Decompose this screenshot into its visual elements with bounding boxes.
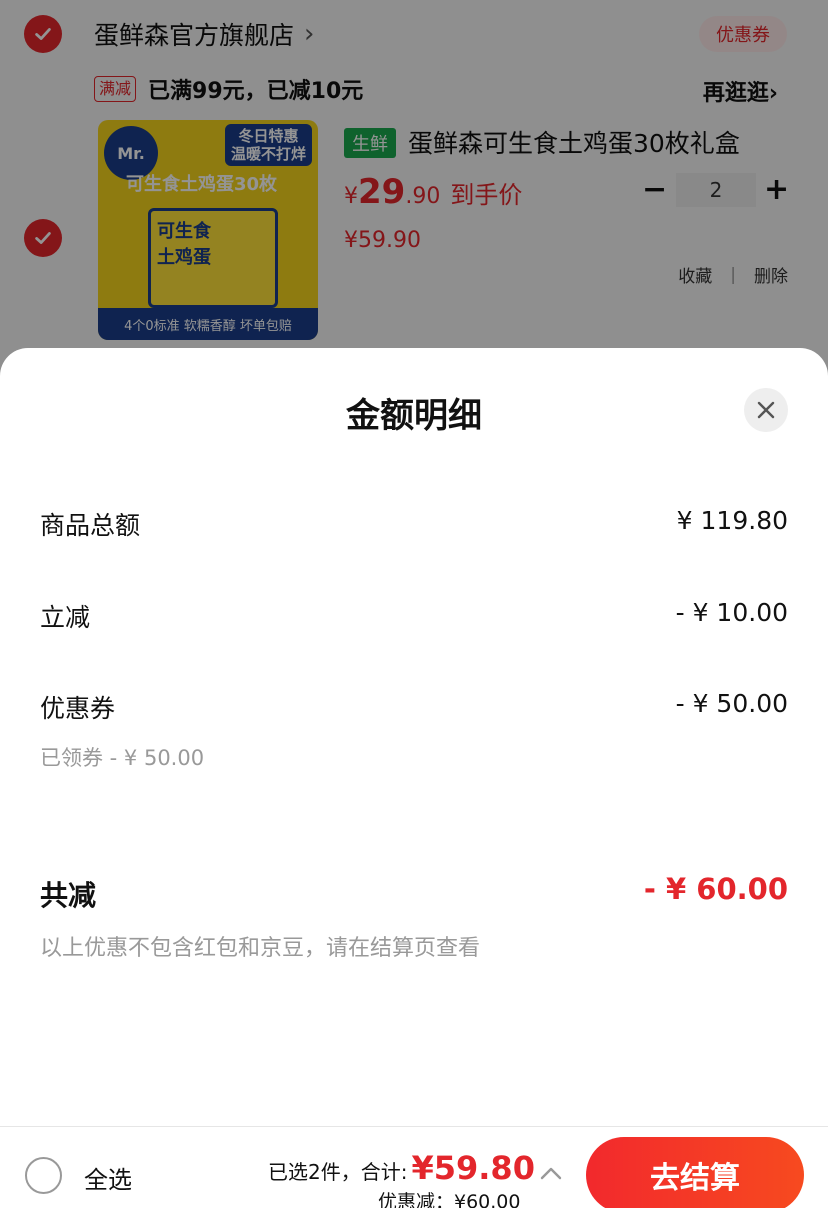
- selected-sum-label: 已选2件，合计:: [268, 1160, 408, 1184]
- goods-total-label: 商品总额: [40, 511, 141, 540]
- sheet-title: 金额明细: [346, 396, 482, 436]
- close-button[interactable]: [744, 388, 788, 432]
- select-all-label[interactable]: 全选: [84, 1160, 132, 1195]
- total-discount-label: 共减: [40, 879, 97, 912]
- coupon-value: - ¥ 50.00: [675, 689, 788, 718]
- total-discount-value: - ¥ 60.00: [643, 872, 788, 906]
- discount-note: 以上优惠不包含红包和京豆，请在结算页查看: [40, 936, 481, 961]
- select-all-checkbox[interactable]: [25, 1157, 62, 1194]
- modal-overlay[interactable]: [0, 0, 828, 380]
- coupon-label: 优惠券: [40, 694, 116, 723]
- discount-summary[interactable]: 优惠减：¥60.00: [378, 1187, 520, 1208]
- instant-discount-label: 立减: [40, 603, 91, 632]
- chevron-up-icon[interactable]: [540, 1165, 562, 1184]
- checkout-button[interactable]: 去结算: [586, 1137, 804, 1208]
- close-icon: [757, 401, 775, 419]
- coupon-claimed-note: 已领券 - ¥ 50.00: [40, 746, 205, 770]
- instant-discount-value: - ¥ 10.00: [675, 598, 788, 627]
- goods-total-value: ¥ 119.80: [676, 506, 788, 535]
- sum-row: 已选2件，合计: ¥59.80: [268, 1149, 535, 1187]
- checkout-bar: 全选 已选2件，合计: ¥59.80 优惠减：¥60.00 去结算: [0, 1126, 828, 1208]
- sum-value: ¥59.80: [411, 1149, 535, 1187]
- amount-detail-sheet: 金额明细 商品总额 ¥ 119.80 立减 - ¥ 10.00 优惠券 - ¥ …: [0, 348, 828, 1126]
